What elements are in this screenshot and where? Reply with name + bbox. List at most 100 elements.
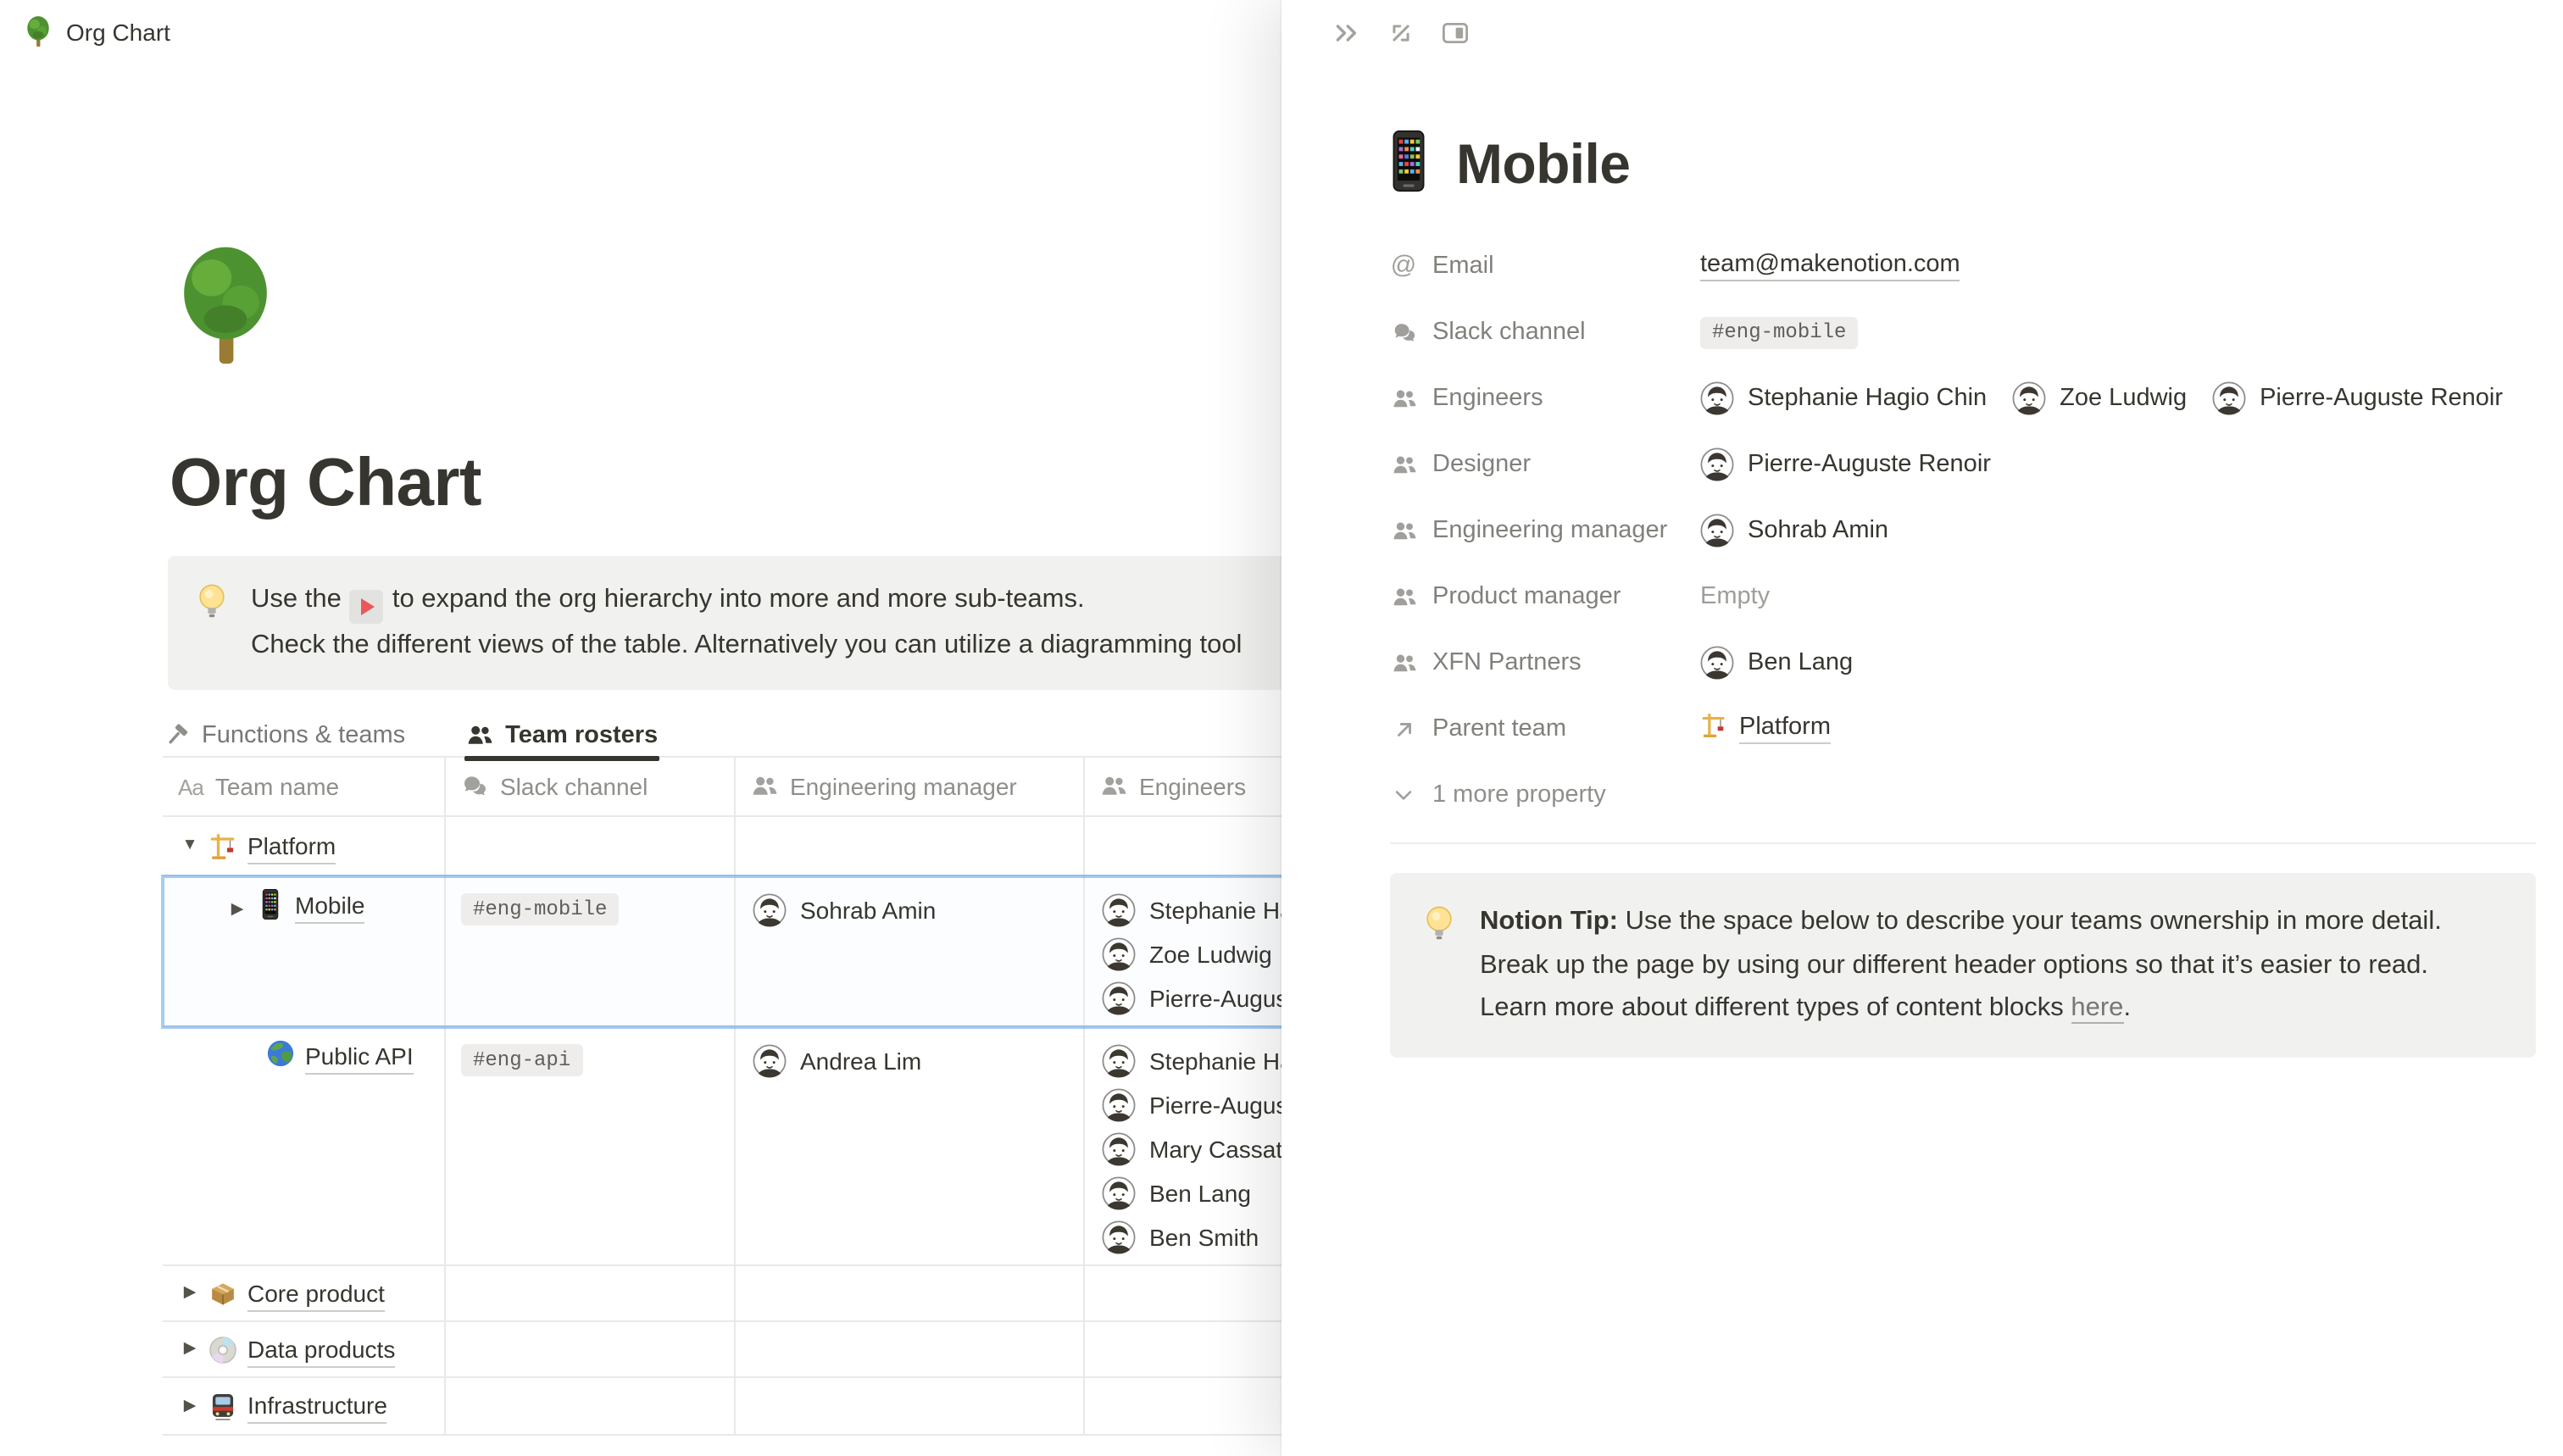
crane-emoji <box>203 831 241 860</box>
expand-toggle-icon[interactable]: ▶ <box>176 1327 203 1371</box>
property-value[interactable]: Platform <box>1700 700 2539 758</box>
column-header-team-name[interactable]: Aa Team name <box>163 758 446 815</box>
column-header-slack-channel[interactable]: Slack channel <box>446 758 736 815</box>
property-value[interactable]: team@makenotion.com <box>1700 237 2539 295</box>
text-type-icon: Aa <box>178 774 203 799</box>
people-icon <box>1100 773 1127 800</box>
tab-team-rosters[interactable]: Team rosters <box>466 713 658 757</box>
page-icon-tree-emoji[interactable] <box>170 244 281 378</box>
property-label[interactable]: Product manager <box>1390 568 1700 625</box>
arrow-up-right-icon <box>1390 716 1417 742</box>
property-value[interactable]: Pierre-Auguste Renoir <box>1700 436 2539 493</box>
avatar <box>1700 514 1734 547</box>
mobile-phone-emoji[interactable] <box>1390 129 1427 198</box>
person-mention[interactable]: Andrea Lim <box>753 1039 1083 1083</box>
team-link-infrastructure[interactable]: Infrastructure <box>247 1388 387 1424</box>
metro-emoji <box>203 1392 241 1420</box>
property-value[interactable]: Empty <box>1700 568 2539 625</box>
divider <box>1390 842 2536 844</box>
avatar <box>753 893 787 927</box>
person-mention[interactable]: Pierre-Auguste Renoir <box>1700 442 1991 486</box>
speech-bubbles-icon <box>461 773 488 800</box>
expand-toggle-icon[interactable]: ▶ <box>176 1271 203 1315</box>
avatar <box>1102 1088 1136 1122</box>
collapse-toggle-icon[interactable]: ▼ <box>176 824 203 868</box>
breadcrumb[interactable]: Org Chart <box>24 15 170 49</box>
property-label[interactable]: XFN Partners <box>1390 634 1700 692</box>
hammer-icon <box>163 721 190 748</box>
property-value[interactable]: Sohrab Amin <box>1700 502 2539 559</box>
people-icon <box>1390 452 1417 477</box>
column-header-engineering-manager[interactable]: Engineering manager <box>736 758 1085 815</box>
slack-channel-tag: #eng-api <box>461 1043 582 1075</box>
slack-channel-tag: #eng-mobile <box>461 892 619 925</box>
tab-functions-and-teams[interactable]: Functions & teams <box>163 713 405 757</box>
relation-platform[interactable]: Platform <box>1700 712 1831 746</box>
team-link-public-api[interactable]: Public API <box>305 1039 414 1075</box>
avatar <box>1700 381 1734 415</box>
here-link[interactable]: here <box>2071 993 2123 1024</box>
double-chevron-right-icon[interactable] <box>1332 19 1361 47</box>
avatar <box>1102 1220 1136 1254</box>
notion-tip-callout: Notion Tip: Use the space below to descr… <box>1390 873 2536 1057</box>
avatar <box>1700 646 1734 680</box>
person-mention[interactable]: Sohrab Amin <box>753 888 1083 932</box>
lightbulb-emoji <box>195 581 229 624</box>
team-link-mobile[interactable]: Mobile <box>295 888 365 924</box>
person-mention[interactable]: Sohrab Amin <box>1700 508 1888 553</box>
avatar <box>1102 1132 1136 1166</box>
package-emoji <box>203 1279 241 1308</box>
avatar <box>1700 447 1734 481</box>
property-row-product-manager: Product manager Empty <box>1390 568 2539 634</box>
page-title[interactable]: Org Chart <box>170 444 481 522</box>
expand-toggle-icon[interactable]: ▶ <box>224 888 251 932</box>
dvd-emoji <box>203 1335 241 1364</box>
people-icon <box>1390 518 1417 543</box>
people-icon <box>1390 650 1417 675</box>
callout-line-1: Use theto expand the org hierarchy into … <box>251 578 1242 624</box>
slack-channel-tag: #eng-mobile <box>1700 316 1858 348</box>
email-link[interactable]: team@makenotion.com <box>1700 251 1960 281</box>
mobile-phone-emoji <box>251 888 288 920</box>
property-value[interactable]: Stephanie Hagio Chin Zoe Ludwig Pierre-A… <box>1700 370 2539 427</box>
tab-label: Functions & teams <box>202 721 405 748</box>
breadcrumb-title: Org Chart <box>66 19 170 46</box>
expand-diagonal-icon[interactable] <box>1387 19 1415 47</box>
person-mention[interactable]: Pierre-Auguste Renoir <box>2212 376 2503 420</box>
lightbulb-emoji <box>1422 903 1456 946</box>
property-label[interactable]: Engineers <box>1390 370 1700 427</box>
tree-emoji <box>24 15 53 49</box>
people-icon <box>751 773 778 800</box>
property-label[interactable]: Designer <box>1390 436 1700 493</box>
property-value[interactable]: Ben Lang <box>1700 634 2539 692</box>
team-link-data-products[interactable]: Data products <box>247 1331 395 1367</box>
callout-text: Use theto expand the org hierarchy into … <box>251 578 1242 668</box>
property-value[interactable]: #eng-mobile <box>1700 303 2539 361</box>
property-label[interactable]: @Email <box>1390 237 1700 295</box>
speech-bubbles-icon <box>1390 320 1417 345</box>
globe-emoji <box>261 1039 298 1068</box>
expand-toggle-icon[interactable]: ▶ <box>176 1384 203 1428</box>
person-mention[interactable]: Stephanie Hagio Chin <box>1700 376 1987 420</box>
property-row-designer: Designer Pierre-Auguste Renoir <box>1390 436 2539 502</box>
peek-page-title[interactable]: Mobile <box>1456 131 1630 196</box>
team-link-platform[interactable]: Platform <box>247 828 336 864</box>
callout-line-2: Check the different views of the table. … <box>251 624 1242 668</box>
person-mention[interactable]: Ben Lang <box>1700 641 1853 685</box>
property-row-xfn-partners: XFN Partners Ben Lang <box>1390 634 2539 700</box>
property-row-parent-team: Parent team Platform <box>1390 700 2539 766</box>
more-properties-button[interactable]: 1 more property <box>1390 766 2539 824</box>
property-label[interactable]: Engineering manager <box>1390 502 1700 559</box>
tab-label: Team rosters <box>505 721 658 748</box>
at-icon: @ <box>1390 254 1417 278</box>
property-label[interactable]: Slack channel <box>1390 303 1700 361</box>
property-label[interactable]: Parent team <box>1390 700 1700 758</box>
people-icon <box>1390 386 1417 411</box>
side-peek-icon[interactable] <box>1441 19 1470 47</box>
team-link-core-product[interactable]: Core product <box>247 1275 385 1311</box>
red-play-toggle-icon <box>350 590 384 624</box>
property-row-engineering-manager: Engineering manager Sohrab Amin <box>1390 502 2539 568</box>
person-mention[interactable]: Zoe Ludwig <box>2012 376 2187 420</box>
property-row-slack-channel: Slack channel #eng-mobile <box>1390 303 2539 370</box>
property-row-email: @Email team@makenotion.com <box>1390 237 2539 303</box>
